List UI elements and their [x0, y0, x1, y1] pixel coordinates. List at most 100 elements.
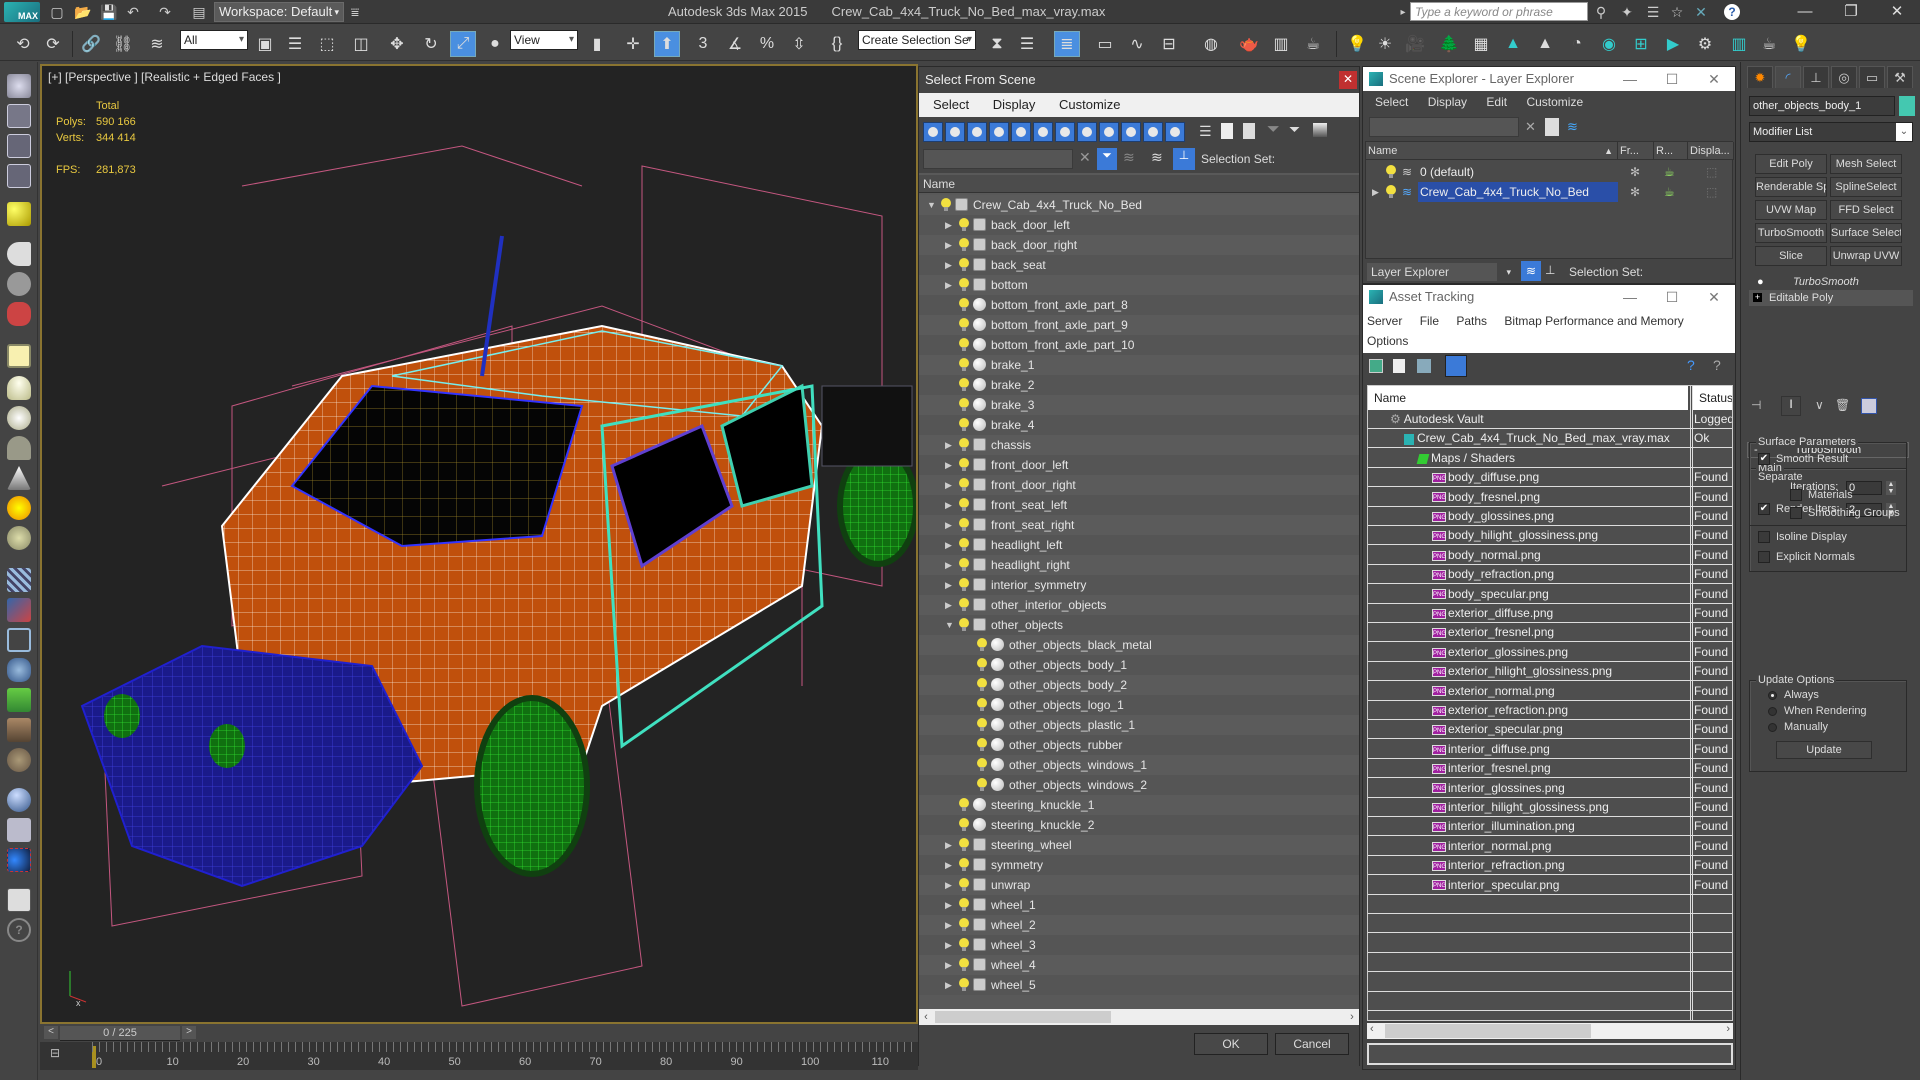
refresh-icon[interactable]: [1369, 359, 1383, 373]
trackbar[interactable]: ⊟ 0 10 20 30 40 50 60 70 80 90 100 110: [40, 1042, 918, 1070]
scene-tree-row[interactable]: bottom_front_axle_part_9: [919, 315, 1359, 335]
show-end-result-icon[interactable]: I: [1781, 396, 1801, 416]
menu-select[interactable]: Select: [933, 97, 969, 112]
menu-edit[interactable]: Edit: [1486, 95, 1507, 109]
menu-file[interactable]: File: [1420, 314, 1439, 328]
menu-select[interactable]: Select: [1375, 95, 1408, 109]
horizontal-scrollbar[interactable]: ‹ ›: [919, 1009, 1359, 1025]
mirror-icon[interactable]: ⧗: [984, 31, 1010, 57]
visibility-bulb-icon[interactable]: [977, 678, 987, 691]
visibility-bulb-icon[interactable]: [959, 258, 969, 271]
bones-filter-icon[interactable]: [1099, 122, 1119, 142]
update-button[interactable]: Update: [1776, 741, 1872, 759]
scene-tree-row[interactable]: other_objects_windows_2: [919, 775, 1359, 795]
configure-modifier-sets-icon[interactable]: [1861, 398, 1877, 414]
curve-editor-mini-icon[interactable]: ⊟: [50, 1046, 70, 1066]
angle-snap-icon[interactable]: ∡: [722, 31, 748, 57]
redo-icon[interactable]: ⟳: [40, 31, 66, 57]
column-header-frozen[interactable]: Fr...: [1618, 142, 1654, 160]
menu-paths[interactable]: Paths: [1456, 314, 1487, 328]
containers-filter-icon[interactable]: [1121, 122, 1141, 142]
expand-arrow-icon[interactable]: ▶: [945, 895, 955, 915]
scene-tree-row[interactable]: other_objects_body_1: [919, 655, 1359, 675]
clear-filter-icon[interactable]: ✕: [1079, 149, 1091, 166]
maximize-button[interactable]: ☐: [1655, 67, 1689, 91]
hair-fur-icon[interactable]: [7, 718, 31, 742]
help-icon[interactable]: ?: [1724, 4, 1740, 20]
minimize-button[interactable]: —: [1613, 285, 1647, 309]
spinner-snap-icon[interactable]: ⇳: [786, 31, 812, 57]
stack-item-editable-poly[interactable]: + Editable Poly: [1749, 290, 1913, 306]
window-crossing-icon[interactable]: ◫: [348, 31, 374, 57]
hierarchy-mode-icon[interactable]: ⊥: [1545, 263, 1555, 277]
undo-icon[interactable]: ⟲: [10, 31, 36, 57]
materials-checkbox[interactable]: [1790, 489, 1802, 501]
scene-tree-row[interactable]: other_objects_body_2: [919, 675, 1359, 695]
layer-mode-icon[interactable]: ≋: [1123, 149, 1135, 166]
expand-arrow-icon[interactable]: ▶: [945, 915, 955, 935]
new-layer-icon[interactable]: ≋: [1567, 119, 1578, 135]
column-options-icon[interactable]: [1313, 123, 1327, 137]
scene-tree-row[interactable]: ▶ wheel_5: [919, 975, 1359, 995]
visibility-bulb-icon[interactable]: [959, 238, 969, 251]
column-header-display[interactable]: Displa...: [1688, 142, 1734, 160]
layer-row[interactable]: ▶ ≋ Crew_Cab_4x4_Truck_No_Bed ✻ ☕ ⬚: [1366, 182, 1732, 202]
camera-icon[interactable]: [7, 242, 31, 266]
cancel-button[interactable]: Cancel: [1275, 1033, 1349, 1055]
visibility-bulb-icon[interactable]: [977, 658, 987, 671]
ffd-select-button[interactable]: FFD Select: [1830, 200, 1902, 220]
asset-row[interactable]: PNG exterior_specular.png Found: [1368, 720, 1732, 740]
named-selection-set-dropdown[interactable]: Create Selection Se ▾: [858, 30, 976, 50]
visibility-bulb-icon[interactable]: [959, 838, 969, 851]
scene-tree-row[interactable]: ▶ chassis: [919, 435, 1359, 455]
scene-tree-row[interactable]: brake_4: [919, 415, 1359, 435]
vray-frame-buffer-icon[interactable]: ◉: [1596, 31, 1622, 57]
column-header-status[interactable]: Status: [1693, 386, 1732, 410]
make-unique-icon[interactable]: ∨: [1815, 398, 1824, 412]
help-connect-icon[interactable]: ?: [1687, 357, 1695, 373]
asset-path-field[interactable]: [1367, 1043, 1733, 1065]
visibility-bulb-icon[interactable]: [959, 978, 969, 991]
asset-row[interactable]: PNG interior_hilight_glossiness.png Found: [1368, 798, 1732, 817]
vray-camera-icon[interactable]: 🎥: [1402, 31, 1428, 57]
scene-tree-row[interactable]: steering_knuckle_2: [919, 815, 1359, 835]
vray-light-icon[interactable]: 💡: [1344, 31, 1370, 57]
clipper-icon[interactable]: [7, 628, 31, 652]
schematic-view-icon[interactable]: ⊟: [1156, 31, 1182, 57]
percent-snap-icon[interactable]: %: [754, 31, 780, 57]
camera-target-icon[interactable]: [7, 272, 31, 296]
scene-tree-row[interactable]: ▶ wheel_4: [919, 955, 1359, 975]
scene-tree-row[interactable]: ▶ headlight_left: [919, 535, 1359, 555]
close-button[interactable]: ✕: [1697, 285, 1731, 309]
communication-icon[interactable]: ☰: [1644, 3, 1662, 21]
visibility-bulb-icon[interactable]: [959, 438, 969, 451]
sphere-primitive-icon[interactable]: [7, 788, 31, 812]
explorer-type-dropdown[interactable]: Layer Explorer ▾: [1367, 263, 1511, 281]
expand-arrow-icon[interactable]: ▶: [945, 955, 955, 975]
smooth-result-checkbox[interactable]: ✔: [1758, 453, 1770, 465]
list-view-icon[interactable]: [1393, 359, 1405, 373]
teapot-icon[interactable]: [7, 74, 31, 98]
vray-bulb-icon[interactable]: 💡: [1788, 31, 1814, 57]
display-box-icon[interactable]: ⬚: [1706, 182, 1717, 202]
import-icon[interactable]: [7, 888, 31, 912]
asset-row[interactable]: PNG body_specular.png Found: [1368, 585, 1732, 604]
mesh-light-icon[interactable]: [7, 436, 31, 460]
scene-tree-row[interactable]: ▶ bottom: [919, 275, 1359, 295]
visibility-bulb-icon[interactable]: [959, 558, 969, 571]
scroll-left-icon[interactable]: ‹: [1370, 1023, 1374, 1035]
visibility-bulb-icon[interactable]: [941, 198, 951, 211]
pivot-center-icon[interactable]: ▮: [584, 31, 610, 57]
scene-tree-row[interactable]: ▶ front_seat_right: [919, 515, 1359, 535]
collapse-arrow-icon[interactable]: ▼: [945, 615, 955, 635]
object-name-field[interactable]: other_objects_body_1: [1749, 96, 1895, 116]
expand-arrow-icon[interactable]: ▶: [945, 475, 955, 495]
help-icon[interactable]: ?: [7, 918, 31, 942]
modifier-list-dropdown[interactable]: Modifier List ⌄: [1749, 122, 1913, 142]
redo-icon[interactable]: ↷: [156, 3, 174, 21]
visibility-bulb-icon[interactable]: [959, 918, 969, 931]
ok-button[interactable]: OK: [1194, 1033, 1268, 1055]
visibility-bulb-icon[interactable]: [959, 618, 969, 631]
expand-arrow-icon[interactable]: ▶: [1372, 182, 1379, 202]
new-file-icon[interactable]: ▢: [48, 3, 66, 21]
